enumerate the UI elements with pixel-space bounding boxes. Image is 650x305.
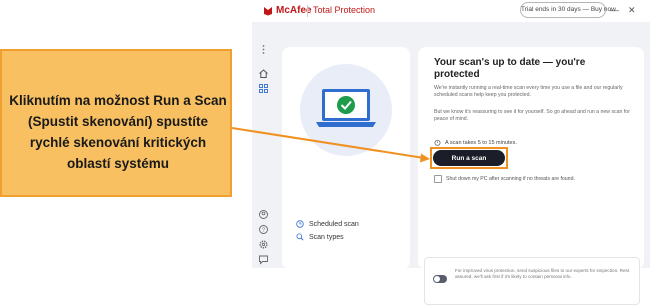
trial-buy-now-button[interactable]: Trial ends in 30 days — Buy now	[520, 2, 616, 18]
shutdown-checkbox[interactable]	[434, 175, 442, 183]
svg-text:?: ?	[262, 228, 265, 234]
close-button[interactable]: ✕	[628, 5, 636, 16]
scan-duration-text: A scan takes 5 to 15 minutes.	[445, 139, 517, 146]
file-submission-text: For improved virus protection, send susp…	[455, 268, 630, 279]
divider	[307, 5, 308, 17]
file-submission-toggle[interactable]	[433, 275, 447, 283]
shutdown-option-label: Shut down my PC after scanning if no thr…	[446, 176, 575, 182]
laptop-illustration	[300, 64, 392, 156]
scheduled-scan-label: Scheduled scan	[309, 220, 359, 228]
help-icon[interactable]: ?	[258, 224, 269, 235]
apps-grid-icon[interactable]	[258, 83, 269, 94]
settings-gear-icon[interactable]	[258, 239, 269, 250]
laptop-check-icon	[316, 89, 376, 127]
reassurance-description: But we know it's reassuring to see it fo…	[434, 109, 630, 122]
home-icon[interactable]	[258, 68, 269, 79]
minimize-button[interactable]: —	[610, 5, 619, 15]
timer-icon	[434, 139, 441, 146]
file-submission-panel: For improved virus protection, send susp…	[424, 257, 640, 305]
scan-status-title: Your scan's up to date — you're protecte…	[434, 57, 586, 80]
title-bar: McAfee Total Protection Trial ends in 30…	[252, 0, 650, 22]
realtime-scan-description: We're instantly running a real-time scan…	[434, 85, 623, 98]
shutdown-option[interactable]: Shut down my PC after scanning if no thr…	[434, 175, 575, 183]
feedback-icon[interactable]	[258, 254, 269, 265]
account-icon[interactable]	[258, 209, 269, 220]
more-options-icon[interactable]	[258, 44, 269, 55]
clock-icon	[296, 220, 304, 228]
sidebar: ?	[252, 22, 274, 268]
mcafee-window: McAfee Total Protection Trial ends in 30…	[252, 0, 650, 305]
scan-types-link[interactable]: Scan types	[296, 233, 344, 241]
annotation-text: Kliknutím na možnost Run a Scan (Spustit…	[9, 93, 227, 171]
annotation-callout: Kliknutím na možnost Run a Scan (Spustit…	[0, 49, 232, 197]
mcafee-shield-icon	[264, 6, 272, 15]
run-a-scan-button[interactable]: Run a scan	[433, 150, 505, 166]
scheduled-scan-link[interactable]: Scheduled scan	[296, 220, 359, 228]
scan-types-label: Scan types	[309, 233, 344, 241]
scan-duration-note: A scan takes 5 to 15 minutes.	[434, 139, 517, 146]
search-icon	[296, 233, 304, 241]
product-name: Total Protection	[313, 5, 376, 15]
scan-illustration-card: Scheduled scan Scan types	[282, 47, 410, 269]
mcafee-logo: McAfee	[263, 5, 312, 16]
